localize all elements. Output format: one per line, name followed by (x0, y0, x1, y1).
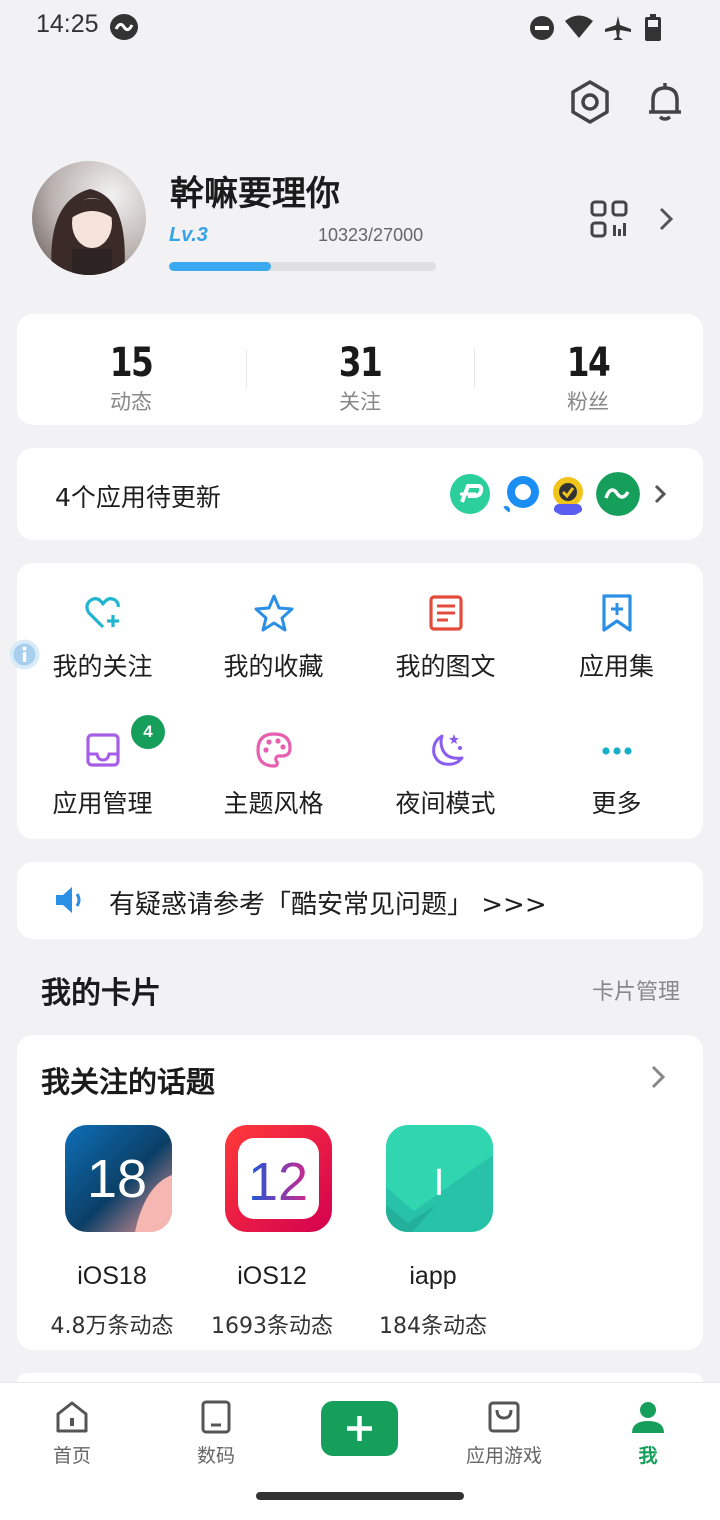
coolapk-status-icon (110, 14, 138, 40)
qr-code-icon[interactable] (588, 198, 630, 240)
feature-grid-card: 我的关注 我的收藏 我的图文 应用集 4 应用管理 主题风格 夜间模式 更多 (17, 563, 703, 839)
dnd-icon (530, 16, 554, 40)
topic-count: 4.8万条动态 (50, 1314, 174, 1339)
grid-my-posts[interactable]: 我的图文 (360, 563, 531, 683)
grid-my-favorites[interactable]: 我的收藏 (188, 563, 359, 683)
grid-theme-style[interactable]: 主题风格 (188, 700, 359, 820)
coolapk-app-icon (596, 472, 640, 516)
grid-more[interactable]: 更多 (531, 700, 702, 820)
grid-label: 我的关注 (52, 652, 153, 681)
stat-posts-value: 15 (109, 340, 154, 386)
nav-add-button[interactable] (321, 1401, 398, 1456)
exp-counter: 10323/27000 (318, 225, 424, 245)
faq-notice-text: 有疑惑请参考「酷安常见问题」 >>> (109, 890, 547, 920)
settings-icon[interactable] (566, 78, 614, 126)
grid-app-management[interactable]: 4 应用管理 (17, 700, 188, 820)
stat-posts-label: 动态 (110, 390, 152, 414)
nav-digital[interactable]: 数码 (144, 1383, 288, 1483)
home-indicator[interactable] (256, 1492, 464, 1500)
grid-label: 应用管理 (52, 789, 153, 818)
grid-app-collections[interactable]: 应用集 (531, 563, 702, 683)
faq-notice-card[interactable]: 有疑惑请参考「酷安常见问题」 >>> (17, 862, 703, 939)
followed-topics-card: 我关注的话题 18 iOS18 4.8万条动态 12 iOS12 1693条动态 (17, 1035, 703, 1350)
app-icon-1 (450, 474, 490, 514)
wifi-icon (565, 15, 593, 38)
nav-label: 数码 (196, 1445, 235, 1467)
topic-name: iOS12 (237, 1262, 307, 1290)
moon-stars-icon (432, 734, 464, 766)
grid-my-follows[interactable]: 我的关注 (17, 563, 188, 683)
grid-night-mode[interactable]: 夜间模式 (360, 700, 531, 820)
topic-name: iOS18 (77, 1262, 147, 1290)
nav-label: 我 (638, 1445, 658, 1467)
level-badge: Lv.3 (169, 224, 208, 246)
topic-name: iapp (409, 1262, 457, 1290)
ios18-topic-icon: 18 (65, 1125, 172, 1232)
document-icon (429, 595, 463, 631)
stat-fans-label: 粉丝 (567, 390, 609, 414)
topics-chevron-right-icon[interactable] (647, 1063, 669, 1091)
username[interactable]: 幹嘛要理你 (170, 166, 340, 215)
stats-card: 15 动态 31 关注 14 粉丝 (17, 314, 703, 425)
info-icon[interactable] (9, 639, 40, 670)
app-updates-card[interactable]: 4个应用待更新 (17, 448, 703, 540)
stat-following-value: 31 (338, 340, 383, 386)
card-management-link[interactable]: 卡片管理 (592, 974, 680, 1006)
topic-count: 1693条动态 (211, 1314, 333, 1339)
phone-icon (201, 1400, 231, 1434)
followed-topics-title[interactable]: 我关注的话题 (41, 1059, 215, 1101)
nav-apps-games[interactable]: 应用游戏 (432, 1383, 576, 1483)
nav-label: 应用游戏 (465, 1445, 542, 1467)
palette-icon (256, 732, 292, 768)
app-icon-2 (502, 476, 539, 514)
update-count-badge: 4 (131, 715, 165, 749)
stat-fans-value: 14 (566, 340, 611, 386)
home-icon (56, 1401, 88, 1433)
more-icon (602, 747, 632, 755)
app-icon-3 (553, 477, 583, 515)
notification-bell-icon[interactable] (641, 78, 689, 126)
exp-progress-fill (169, 262, 271, 271)
speaker-icon (56, 887, 81, 913)
status-bar: 14:25 (0, 0, 720, 54)
grid-label: 我的图文 (395, 652, 496, 681)
topic-count: 184条动态 (379, 1314, 487, 1339)
inbox-icon (86, 733, 120, 767)
heart-plus-icon (85, 597, 120, 629)
avatar[interactable] (32, 161, 146, 275)
plus-icon (347, 1416, 372, 1441)
airplane-icon (605, 16, 631, 40)
exp-progress-bar (169, 262, 436, 271)
grid-label: 我的收藏 (223, 652, 324, 681)
stat-following-label: 关注 (339, 390, 381, 414)
user-icon (632, 1402, 664, 1433)
updates-chevron-right-icon (654, 484, 667, 504)
divider (246, 350, 247, 388)
ios12-badge-text: 12 (248, 1152, 308, 1212)
grid-label: 应用集 (578, 652, 654, 681)
divider (474, 350, 475, 388)
nav-label: 首页 (52, 1445, 91, 1467)
iapp-badge-text: I (434, 1162, 445, 1204)
bookmark-plus-icon (602, 594, 632, 632)
iapp-topic-icon: I (386, 1125, 493, 1232)
grid-label: 主题风格 (223, 789, 324, 818)
app-updates-text: 4个应用待更新 (55, 483, 221, 512)
star-icon (254, 594, 294, 632)
shopping-bag-icon (488, 1401, 520, 1433)
ios18-badge-text: 18 (87, 1149, 147, 1209)
grid-label: 夜间模式 (395, 789, 496, 818)
nav-home[interactable]: 首页 (0, 1383, 144, 1483)
grid-label: 更多 (591, 789, 642, 818)
my-cards-title: 我的卡片 (41, 976, 161, 1011)
status-time: 14:25 (36, 10, 99, 38)
battery-icon (645, 14, 661, 41)
profile-chevron-right-icon[interactable] (654, 204, 678, 234)
ios12-topic-icon: 12 (225, 1125, 332, 1232)
nav-me[interactable]: 我 (576, 1383, 720, 1483)
